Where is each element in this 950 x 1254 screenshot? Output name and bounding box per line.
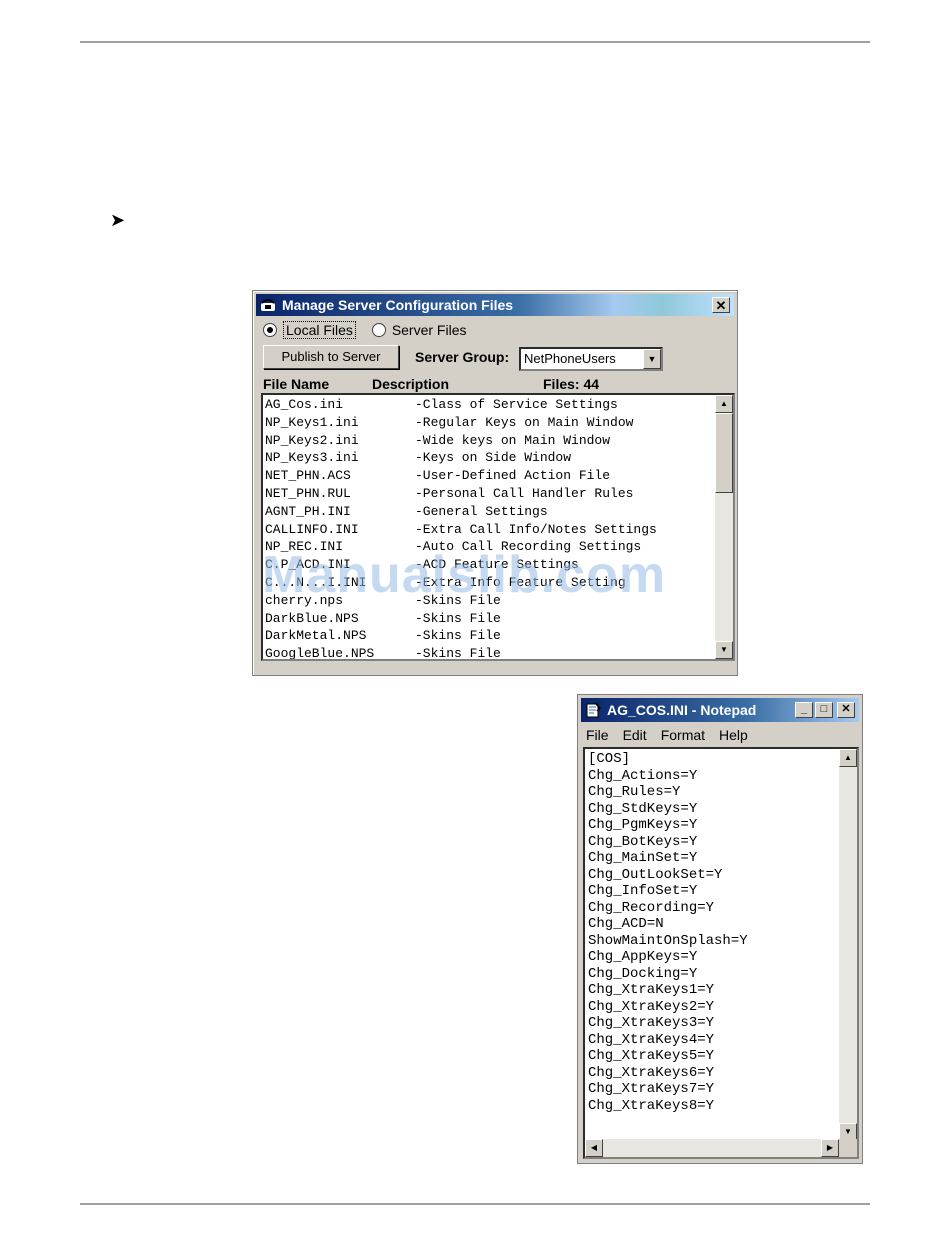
chevron-down-icon[interactable]: ▼: [643, 349, 661, 369]
notepad-horizontal-scrollbar[interactable]: ◀ ▶: [585, 1139, 839, 1157]
file-description-cell: -Skins File: [415, 646, 501, 661]
notepad-text-line: Chg_StdKeys=Y: [588, 800, 698, 817]
minimize-icon[interactable]: _: [795, 702, 813, 718]
server-files-label[interactable]: Server Files: [392, 322, 467, 338]
notepad-vertical-scrollbar[interactable]: ▲ ▼: [839, 749, 857, 1141]
column-header-description[interactable]: Description: [372, 376, 449, 392]
notepad-menu-bar: File Edit Format Help: [586, 727, 762, 743]
local-files-radio[interactable]: [263, 323, 277, 338]
notepad-text-line: ShowMaintOnSplash=Y: [588, 932, 748, 949]
file-name-cell: AG_Cos.ini: [265, 397, 344, 412]
file-name-cell: CALLINFO.INI: [265, 521, 359, 537]
close-icon[interactable]: ✕: [837, 702, 855, 718]
notepad-text-line: Chg_Actions=Y: [588, 767, 698, 784]
file-description-cell: -Extra Call Info/Notes Settings: [415, 521, 657, 537]
notepad-text-line: Chg_PgmKeys=Y: [588, 817, 698, 833]
menu-help[interactable]: Help: [719, 727, 748, 743]
file-name-cell: DarkMetal.NPS: [265, 628, 367, 644]
file-description-cell: -ACD Feature Settings: [415, 557, 579, 573]
notepad-text-line: Chg_MainSet=Y: [588, 850, 698, 866]
file-description-cell: -Keys on Side Window: [415, 450, 572, 466]
file-description-cell: -Personal Call Handler Rules: [415, 486, 634, 501]
bottom-rule: [80, 1203, 870, 1205]
notepad-text-line: Chg_XtraKeys7=Y: [588, 1081, 715, 1097]
file-name-cell: cherry.nps: [265, 592, 344, 608]
menu-file[interactable]: File: [586, 727, 609, 743]
file-description-cell: -Regular Keys on Main Window: [415, 414, 634, 430]
scroll-left-icon[interactable]: ◀: [585, 1139, 603, 1157]
notepad-text-line: [COS]: [588, 751, 631, 767]
file-description-cell: -User-Defined Action File: [415, 468, 611, 484]
notepad-text-area[interactable]: [COS] Chg_Actions=Y Chg_Rules=Y Chg_StdKeys…: [583, 747, 859, 1159]
file-name-cell: NP_Keys1.ini: [265, 414, 359, 430]
local-files-label[interactable]: Local Files: [283, 321, 356, 340]
notepad-text-line: Chg_XtraKeys5=Y: [588, 1048, 715, 1064]
menu-format[interactable]: Format: [661, 727, 705, 743]
notepad-text-line: Chg_XtraKeys8=Y: [588, 1097, 715, 1114]
file-name-cell: GoogleBlue.NPS: [265, 646, 375, 661]
file-description-cell: -Skins File: [415, 610, 501, 626]
file-name-cell: NET_PHN.RUL: [265, 486, 351, 501]
scroll-up-icon[interactable]: ▲: [839, 749, 857, 767]
file-description-cell: -Skins File: [415, 628, 501, 644]
top-rule: [80, 41, 870, 43]
dialog-title-bar[interactable]: Manage Server Configuration Files ✕: [256, 294, 734, 316]
scroll-up-icon[interactable]: ▲: [715, 395, 733, 413]
server-group-value: NetPhoneUsers: [524, 351, 616, 366]
dialog-title: Manage Server Configuration Files: [282, 297, 514, 313]
notepad-text-line: Chg_AppKeys=Y: [588, 949, 698, 965]
column-header-file-name[interactable]: File Name: [263, 376, 329, 392]
notepad-text-line: Chg_Recording=Y: [588, 899, 715, 916]
notepad-text-line: Chg_ACD=N: [588, 916, 664, 932]
notepad-text-line: Chg_XtraKeys3=Y: [588, 1015, 715, 1031]
scroll-thumb[interactable]: [715, 413, 733, 493]
server-files-radio[interactable]: [371, 323, 386, 338]
file-source-radio-group: Local Files Server Files: [263, 321, 479, 341]
file-name-cell: C...N...I.INI: [265, 575, 367, 590]
publish-to-server-button[interactable]: Publish to Server: [263, 345, 399, 369]
file-name-cell: C.P_ACD.INI: [265, 557, 351, 573]
menu-edit[interactable]: Edit: [623, 727, 647, 743]
file-description-cell: -Wide keys on Main Window: [415, 432, 611, 448]
notepad-title-bar[interactable]: AG_COS.INI - Notepad _ □ ✕: [581, 698, 859, 722]
files-count: Files: 44: [543, 376, 600, 392]
file-description-cell: -Class of Service Settings: [415, 397, 618, 412]
file-name-cell: NET_PHN.ACS: [265, 468, 351, 484]
notepad-window: AG_COS.INI - Notepad _ □ ✕ File Edit Forma…: [577, 694, 863, 1164]
notepad-text-line: Chg_OutLookSet=Y: [588, 866, 723, 883]
bullet-arrow: ➤: [110, 210, 126, 230]
scroll-right-icon[interactable]: ▶: [821, 1139, 839, 1157]
notepad-text-line: Chg_Rules=Y: [588, 784, 681, 800]
file-name-cell: NP_REC.INI: [265, 539, 344, 555]
scroll-down-icon[interactable]: ▼: [715, 641, 733, 659]
file-description-cell: -Extra Info Feature Setting: [415, 575, 626, 590]
file-list[interactable]: AG_Cos.ini -Class of Service Settings NP_K…: [261, 393, 735, 661]
file-list-scrollbar[interactable]: ▲ ▼: [715, 395, 733, 659]
file-description-cell: -Skins File: [415, 592, 501, 608]
file-description-cell: -Auto Call Recording Settings: [415, 539, 642, 555]
file-name-cell: NP_Keys3.ini: [265, 450, 359, 466]
notepad-title: AG_COS.INI - Notepad: [607, 702, 757, 718]
notepad-text-line: Chg_BotKeys=Y: [588, 833, 698, 850]
notepad-text-line: Chg_Docking=Y: [588, 965, 698, 982]
notepad-text-line: Chg_XtraKeys1=Y: [588, 982, 715, 998]
notepad-text-line: Chg_XtraKeys4=Y: [588, 1031, 715, 1048]
resize-grip-icon[interactable]: [839, 1139, 857, 1157]
file-name-cell: AGNT_PH.INI: [265, 503, 351, 519]
file-name-cell: DarkBlue.NPS: [265, 610, 359, 626]
notepad-icon: [586, 702, 601, 718]
manage-server-config-dialog: Manage Server Configuration Files ✕ Loca…: [252, 290, 738, 676]
notepad-text-line: Chg_InfoSet=Y: [588, 883, 698, 899]
notepad-text-line: Chg_XtraKeys2=Y: [588, 998, 715, 1015]
maximize-icon[interactable]: □: [815, 702, 833, 718]
server-group-label: Server Group:: [415, 349, 510, 365]
file-description-cell: -General Settings: [415, 503, 548, 519]
file-name-cell: NP_Keys2.ini: [265, 432, 359, 448]
phone-app-icon: [261, 299, 275, 311]
server-group-select[interactable]: NetPhoneUsers ▼: [519, 347, 663, 371]
close-button[interactable]: ✕: [712, 297, 730, 313]
notepad-text-line: Chg_XtraKeys6=Y: [588, 1064, 715, 1081]
